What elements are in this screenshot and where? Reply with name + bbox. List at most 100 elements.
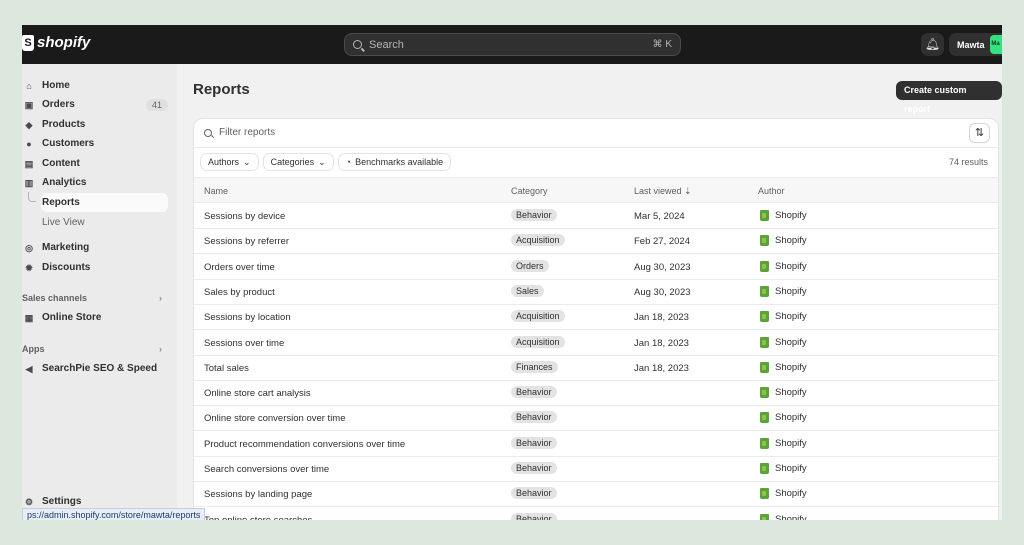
report-name[interactable]: Sessions over time	[204, 338, 284, 349]
author-cell: Shopify	[760, 235, 807, 247]
subnav-connector	[28, 192, 36, 202]
table-header: Name Category Last viewed ⇣ Author	[194, 177, 998, 203]
shopify-logo[interactable]: S shopify	[22, 34, 90, 51]
table-row[interactable]: Sessions by location Acquisition Jan 18, 2…	[194, 305, 998, 331]
sidebar-item-orders[interactable]: ▣ Orders 41	[22, 95, 168, 114]
app-icon: ◀	[25, 363, 33, 374]
sidebar-item-analytics[interactable]: ▥ Analytics	[22, 173, 168, 192]
shopify-bag-icon	[760, 361, 769, 373]
sidebar-item-live-view[interactable]: Live View	[41, 213, 168, 232]
report-name[interactable]: Online store cart analysis	[204, 388, 311, 399]
sidebar-item-home[interactable]: ⌂ Home	[22, 76, 168, 95]
discount-icon: ✹	[25, 262, 33, 273]
category-badge: Behavior	[511, 436, 557, 449]
sidebar-item-label: Analytics	[42, 177, 87, 188]
sidebar-item-marketing[interactable]: ◎ Marketing	[22, 238, 168, 257]
table-row[interactable]: Sessions by landing page Behavior Shopify	[194, 482, 998, 508]
apps-section[interactable]: Apps ›	[22, 344, 162, 354]
category-badge: Behavior	[511, 462, 557, 474]
sort-button[interactable]: ⇅	[969, 123, 990, 143]
report-name[interactable]: Sessions by referrer	[204, 236, 289, 247]
status-url: ps://admin.shopify.com/store/mawta/repor…	[22, 508, 206, 520]
sales-channels-section[interactable]: Sales channels ›	[22, 293, 162, 303]
column-label: Last viewed	[634, 186, 682, 196]
report-name[interactable]: Sessions by landing page	[204, 489, 312, 500]
sidebar-item-customers[interactable]: ● Customers	[22, 134, 168, 153]
table-row[interactable]: Online store cart analysis Behavior Shopif…	[194, 381, 998, 407]
shopify-bag-icon	[760, 210, 769, 221]
author-cell: Shopify	[760, 488, 807, 500]
orders-icon: ▣	[24, 99, 34, 110]
author-cell: Shopify	[760, 387, 807, 399]
category-badge: Orders	[511, 259, 549, 272]
sidebar-item-label: Home	[42, 80, 70, 91]
table-row[interactable]: Sessions over time Acquisition Jan 18, 202…	[194, 331, 998, 356]
table-row[interactable]: Product recommendation conversions over …	[194, 432, 998, 457]
last-viewed-date: Jan 18, 2023	[634, 337, 689, 349]
author-name: Shopify	[775, 210, 807, 221]
table-row[interactable]: Orders over time Orders Aug 30, 2023 Shopif…	[194, 255, 998, 280]
report-name[interactable]: Search conversions over time	[204, 464, 329, 475]
sidebar-item-online-store[interactable]: ▦ Online Store	[22, 308, 168, 327]
page-title: Reports	[193, 81, 250, 98]
report-name[interactable]: Top online store searches	[204, 515, 312, 520]
category-badge: Acquisition	[511, 234, 565, 247]
table-row[interactable]: Sessions by device Behavior Mar 5, 2024 Sho…	[194, 204, 998, 229]
table-row[interactable]: Total sales Finances Jan 18, 2023 Shopify	[194, 356, 998, 381]
notifications-button[interactable]: 🔔︎	[921, 33, 944, 56]
sidebar-item-discounts[interactable]: ✹ Discounts	[22, 258, 168, 277]
report-name[interactable]: Product recommendation conversions over …	[204, 439, 405, 450]
main-content: Reports Create custom report Filter repo…	[177, 64, 1002, 520]
sidebar-item-searchpie[interactable]: ◀ SearchPie SEO & Speed	[22, 359, 168, 378]
gauge-icon: ◔	[345, 157, 352, 167]
shopify-bag-icon	[760, 488, 769, 500]
authors-filter-chip[interactable]: Authors ⌄	[200, 153, 259, 171]
author-cell: Shopify	[760, 437, 807, 449]
last-viewed-date: Aug 30, 2023	[634, 286, 691, 298]
author-cell: Shopify	[760, 260, 807, 272]
benchmarks-filter-chip[interactable]: ◔ Benchmarks available	[337, 153, 452, 171]
author-cell: Shopify	[760, 285, 807, 297]
search-icon	[204, 128, 212, 137]
column-header-last-viewed[interactable]: Last viewed ⇣	[634, 186, 692, 197]
column-header-author[interactable]: Author	[758, 186, 785, 196]
author-name: Shopify	[775, 311, 807, 323]
filter-chips: Authors ⌄ Categories ⌄ ◔ Benchmarks avai…	[200, 153, 452, 171]
author-cell: Shopify	[760, 311, 807, 323]
filter-reports-input[interactable]: Filter reports	[204, 127, 275, 138]
shopify-bag-icon	[760, 412, 769, 424]
search-input[interactable]: Search ⌘ K	[344, 33, 681, 56]
sidebar-item-reports[interactable]: Reports	[41, 193, 168, 212]
last-viewed-date: Jan 18, 2023	[634, 362, 689, 374]
store-menu-button[interactable]: Mawta Ma	[949, 33, 1002, 56]
categories-filter-chip[interactable]: Categories ⌄	[262, 153, 334, 171]
app-window: S shopify Search ⌘ K 🔔︎ Mawta Ma ⌂ Home …	[22, 25, 1002, 520]
table-row[interactable]: Online store conversion over time Behavio…	[194, 406, 998, 432]
sidebar-item-products[interactable]: ◆ Products	[22, 115, 168, 134]
create-custom-report-button[interactable]: Create custom report	[896, 81, 1002, 114]
table-row[interactable]: Search conversions over time Behavior Shop…	[194, 457, 998, 482]
sidebar-item-label: Online Store	[42, 312, 102, 323]
chevron-right-icon: ›	[159, 293, 162, 303]
report-name[interactable]: Sessions by device	[204, 211, 285, 222]
target-icon: ◎	[25, 242, 33, 253]
report-name[interactable]: Sales by product	[204, 287, 275, 298]
table-row[interactable]: Sessions by referrer Acquisition Feb 27, 2…	[194, 229, 998, 255]
table-row[interactable]: Top online store searches Behavior Shopify	[194, 508, 998, 520]
last-viewed-date: Feb 27, 2024	[634, 236, 690, 248]
report-name[interactable]: Online store conversion over time	[204, 413, 346, 424]
shopify-bag-icon	[760, 463, 769, 474]
chevron-down-icon: ⌄	[318, 157, 326, 167]
search-icon	[353, 40, 362, 49]
report-name[interactable]: Orders over time	[204, 262, 275, 273]
report-name[interactable]: Sessions by location	[204, 312, 291, 323]
column-header-category[interactable]: Category	[511, 186, 548, 196]
chip-label: Authors	[208, 157, 240, 167]
avatar: Ma	[989, 35, 1002, 54]
report-name[interactable]: Total sales	[204, 363, 249, 374]
logo-text: shopify	[37, 34, 91, 51]
author-cell: Shopify	[760, 361, 807, 373]
sidebar-item-content[interactable]: ▤ Content	[22, 154, 168, 173]
table-row[interactable]: Sales by product Sales Aug 30, 2023 Shopify	[194, 280, 998, 305]
column-header-name[interactable]: Name	[204, 186, 228, 196]
